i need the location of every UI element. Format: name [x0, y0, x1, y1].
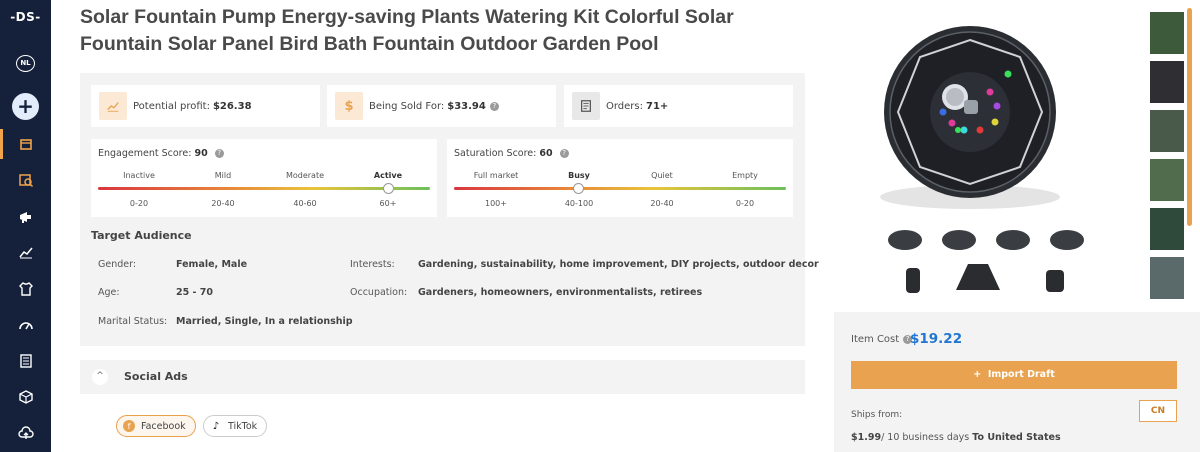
- sidebar: -DS- NL +: [0, 0, 51, 452]
- tiktok-label: TikTok: [228, 420, 258, 432]
- profit-label: Potential profit:: [133, 100, 210, 112]
- saturation-level-3: Empty: [732, 171, 758, 180]
- saturation-level-0: Full market: [473, 171, 519, 180]
- megaphone-icon[interactable]: [0, 202, 51, 232]
- engagement-range-1: 20-40: [211, 199, 235, 208]
- engagement-level-1: Mild: [214, 171, 232, 180]
- saturation-level-1: Busy: [568, 171, 590, 180]
- product-image[interactable]: [870, 12, 1098, 302]
- info-icon[interactable]: ?: [559, 149, 569, 158]
- chart-icon[interactable]: [0, 237, 51, 267]
- occupation-label: Occupation:: [350, 287, 408, 298]
- saturation-range-2: 20-40: [650, 199, 674, 208]
- item-cost-value: $19.22: [910, 331, 963, 347]
- gender-label: Gender:: [98, 259, 137, 270]
- saturation-label: Saturation Score:: [454, 148, 537, 159]
- marital-value: Married, Single, In a relationship: [176, 316, 353, 327]
- profit-card: Potential profit: $26.38: [91, 85, 320, 127]
- dollar-icon: $: [335, 92, 363, 120]
- orders-label: Orders:: [606, 100, 643, 112]
- saturation-level-2: Quiet: [651, 171, 673, 180]
- shipping-time: / 10 business days: [881, 432, 970, 443]
- engagement-level-2: Moderate: [285, 171, 325, 180]
- box-icon[interactable]: [0, 382, 51, 412]
- saturation-range-3: 0-20: [735, 199, 755, 208]
- engagement-score-card: Engagement Score: 90 ? Inactive Mild Mod…: [91, 139, 437, 217]
- engagement-bar: [98, 187, 430, 190]
- tiktok-tab[interactable]: ♪ TikTok: [203, 415, 268, 437]
- interests-value: Gardening, sustainability, home improvem…: [418, 259, 819, 270]
- facebook-label: Facebook: [141, 420, 186, 432]
- thumbnail[interactable]: [1150, 110, 1184, 152]
- app-logo[interactable]: -DS-: [0, 10, 51, 24]
- target-audience-title: Target Audience: [91, 229, 192, 242]
- info-icon[interactable]: ?: [214, 149, 224, 158]
- engagement-header: Engagement Score: 90 ?: [98, 148, 224, 159]
- store-icon[interactable]: [0, 129, 51, 159]
- thumbnail[interactable]: [1150, 61, 1184, 103]
- saturation-indicator: [573, 183, 584, 194]
- sold-label: Being Sold For:: [369, 100, 445, 112]
- engagement-label: Engagement Score:: [98, 148, 192, 159]
- saturation-range-1: 40-100: [564, 199, 594, 208]
- engagement-level-3: Active: [373, 171, 403, 180]
- saturation-range-0: 100+: [485, 199, 507, 208]
- saturation-value: 60: [539, 148, 553, 159]
- document-icon[interactable]: [0, 346, 51, 376]
- engagement-value: 90: [194, 148, 208, 159]
- engagement-range-3: 60+: [379, 199, 397, 208]
- tiktok-icon: ♪: [212, 420, 220, 432]
- add-button[interactable]: +: [12, 93, 39, 120]
- orders-card: Orders: 71+: [564, 85, 793, 127]
- product-search-icon[interactable]: [0, 165, 51, 195]
- occupation-value: Gardeners, homeowners, environmentalists…: [418, 287, 703, 298]
- saturation-header: Saturation Score: 60 ?: [454, 148, 569, 159]
- gauge-icon[interactable]: [0, 310, 51, 340]
- purchase-panel: Item Cost? $19.22 + Import Draft Ships f…: [834, 312, 1200, 452]
- age-label: Age:: [98, 287, 120, 298]
- item-cost-label: Item Cost?: [851, 334, 913, 345]
- facebook-icon: f: [123, 420, 135, 432]
- sold-value: $33.94: [447, 100, 486, 112]
- engagement-indicator: [383, 183, 394, 194]
- engagement-range-2: 40-60: [293, 199, 317, 208]
- orders-value: 71+: [646, 100, 669, 112]
- facebook-tab[interactable]: f Facebook: [116, 415, 196, 437]
- thumbnail[interactable]: [1150, 12, 1184, 54]
- cloud-upload-icon[interactable]: [0, 418, 51, 448]
- social-ads-header[interactable]: ^ Social Ads: [80, 360, 805, 394]
- gender-value: Female, Male: [176, 259, 248, 270]
- shipping-info: $1.99/ 10 business days To United States: [851, 432, 1061, 443]
- engagement-level-0: Inactive: [123, 171, 155, 180]
- interests-label: Interests:: [350, 259, 395, 270]
- saturation-score-card: Saturation Score: 60 ? Full market Busy …: [447, 139, 793, 217]
- product-title: Solar Fountain Pump Energy-saving Plants…: [80, 6, 734, 55]
- thumbnail[interactable]: [1150, 208, 1184, 250]
- thumbnail-scrollbar[interactable]: [1187, 8, 1192, 226]
- saturation-bar: [454, 187, 786, 190]
- receipt-icon: [572, 92, 600, 120]
- ships-from-label: Ships from:: [851, 410, 903, 420]
- trend-icon: [99, 92, 127, 120]
- import-draft-button[interactable]: + Import Draft: [851, 361, 1177, 389]
- marital-label: Marital Status:: [98, 316, 168, 327]
- ships-from-cn-button[interactable]: CN: [1139, 400, 1177, 422]
- age-value: 25 - 70: [176, 287, 213, 298]
- sold-for-card: $ Being Sold For: $33.94 ?: [327, 85, 556, 127]
- analytics-panel: Potential profit: $26.38 $ Being Sold Fo…: [80, 73, 805, 346]
- thumbnail-strip: [1150, 12, 1184, 306]
- import-draft-label: Import Draft: [987, 369, 1055, 380]
- shipping-destination: To United States: [972, 432, 1061, 443]
- thumbnail[interactable]: [1150, 257, 1184, 299]
- chevron-up-icon[interactable]: ^: [92, 369, 108, 385]
- language-badge[interactable]: NL: [16, 55, 35, 72]
- shipping-price: $1.99: [851, 432, 882, 443]
- shirt-icon[interactable]: [0, 274, 51, 304]
- social-ads-label: Social Ads: [124, 370, 188, 383]
- thumbnail[interactable]: [1150, 159, 1184, 201]
- profit-value: $26.38: [212, 100, 252, 112]
- engagement-range-0: 0-20: [129, 199, 149, 208]
- info-icon[interactable]: ?: [489, 101, 499, 111]
